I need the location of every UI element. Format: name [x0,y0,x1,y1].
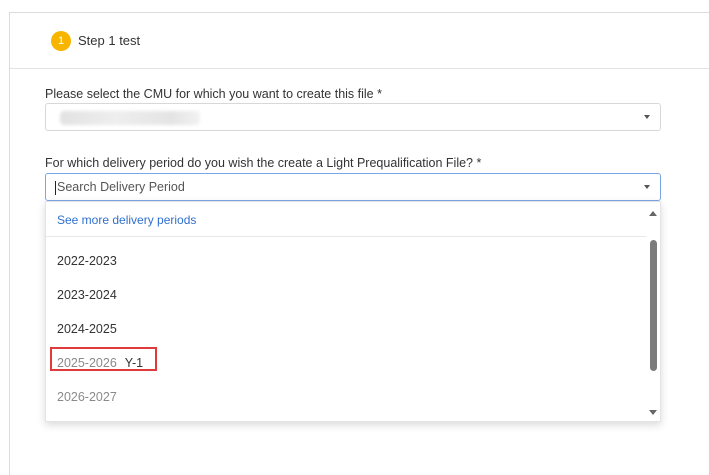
dropdown-option[interactable]: 2023-2024 [46,279,646,312]
cmu-label: Please select the CMU for which you want… [45,87,382,101]
dropdown-option[interactable]: 2022-2023 [46,245,646,278]
scroll-up-arrow-icon[interactable] [649,211,657,216]
option-label: 2022-2023 [57,254,117,268]
step-header[interactable]: 1 Step 1 test [10,13,709,69]
dropdown-option[interactable]: 2026-2027 [46,381,646,414]
cmu-redacted-value [60,111,200,125]
text-cursor [55,181,56,195]
option-label: 2023-2024 [57,288,117,302]
scrollbar-thumb[interactable] [650,240,657,371]
see-more-delivery-periods-link[interactable]: See more delivery periods [46,202,646,237]
delivery-period-label: For which delivery period do you wish th… [45,156,482,170]
delivery-period-dropdown: See more delivery periods 2022-2023 2023… [45,201,661,422]
chevron-down-icon[interactable] [644,115,650,119]
option-label: 2026-2027 [57,390,117,404]
form-panel: 1 Step 1 test Please select the CMU for … [9,12,709,475]
scroll-down-arrow-icon[interactable] [649,410,657,415]
dropdown-option[interactable]: 2024-2025 [46,313,646,346]
step-number-badge: 1 [51,31,71,51]
chevron-down-icon[interactable] [644,185,650,189]
option-label: 2024-2025 [57,322,117,336]
step-title: Step 1 test [78,33,141,48]
delivery-period-select[interactable] [45,173,661,201]
dropdown-scrollbar[interactable] [646,202,660,421]
highlight-annotation-box [50,347,157,371]
delivery-period-search-input[interactable] [54,178,614,196]
cmu-select[interactable] [45,103,661,131]
